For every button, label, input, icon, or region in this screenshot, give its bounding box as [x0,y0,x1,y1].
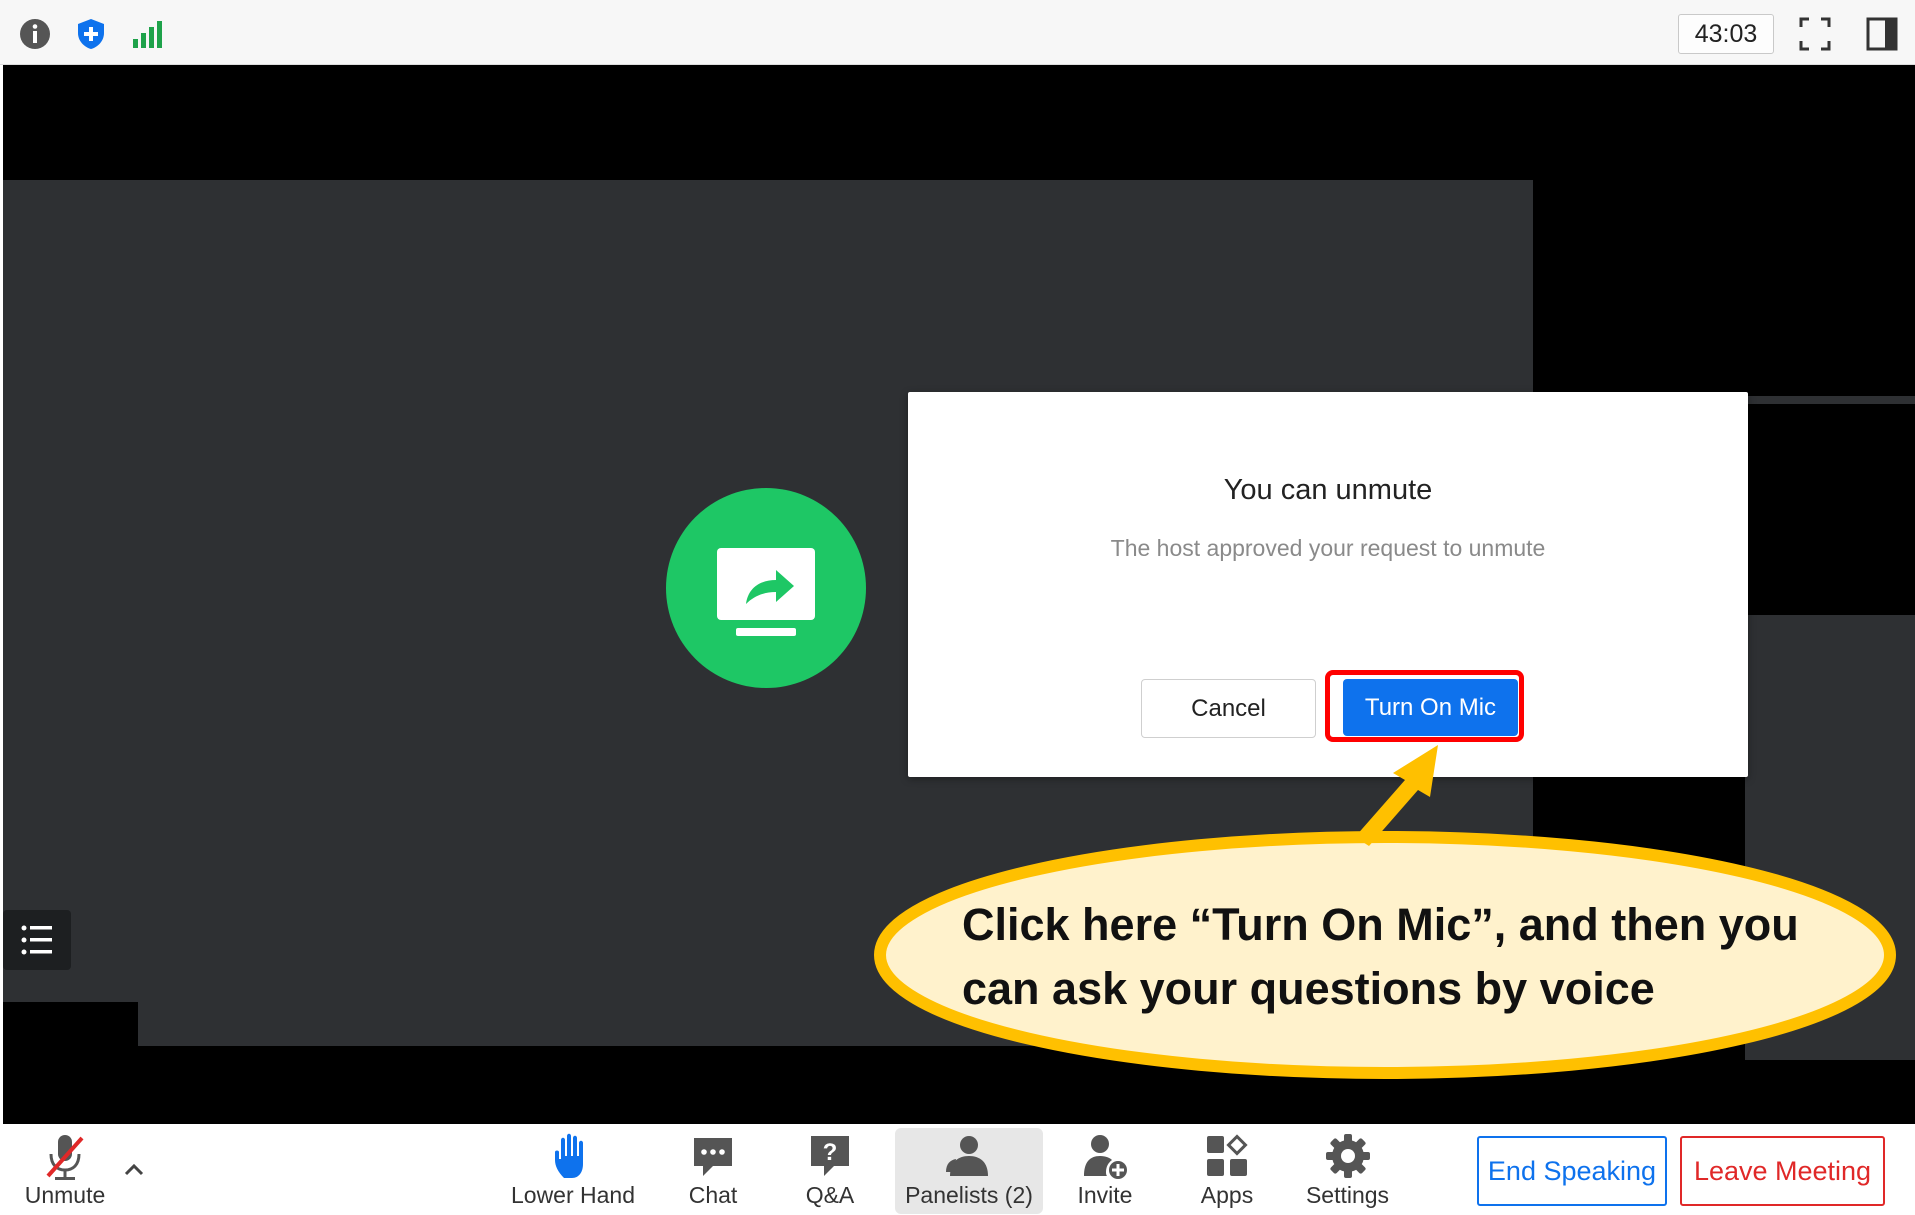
chevron-up-icon[interactable] [123,1160,145,1178]
question-icon: ? [811,1136,849,1176]
chat-button[interactable]: Chat [668,1124,758,1215]
panelists-label: Panelists (2) [905,1182,1033,1208]
unmute-button[interactable]: Unmute [10,1124,120,1215]
leave-meeting-button[interactable]: Leave Meeting [1680,1136,1885,1206]
chat-icon [694,1138,732,1176]
muted-mic-icon [46,1135,84,1180]
hand-icon [555,1133,583,1178]
callout-line: Click here “Turn On Mic”, and then you [962,899,1799,950]
apps-label: Apps [1200,1182,1254,1208]
settings-button[interactable]: Settings [1295,1124,1400,1215]
gear-icon [1325,1134,1370,1178]
people-icon [946,1136,988,1176]
qa-label: Q&A [805,1182,855,1208]
panelists-button[interactable]: Panelists (2) [895,1124,1043,1215]
lower-hand-label: Lower Hand [510,1182,636,1208]
settings-label: Settings [1305,1182,1390,1208]
chat-label: Chat [688,1182,738,1208]
end-speaking-button[interactable]: End Speaking [1477,1136,1667,1206]
apps-button[interactable]: Apps [1182,1124,1272,1215]
unmute-label: Unmute [24,1182,106,1208]
lower-hand-button[interactable]: Lower Hand [503,1124,643,1215]
invite-button[interactable]: Invite [1060,1124,1150,1215]
svg-text:?: ? [823,1139,838,1166]
add-user-icon [1084,1135,1127,1179]
callout-bubble [874,745,1896,1079]
qa-button[interactable]: ? Q&A [785,1124,875,1215]
callout-text: Click here “Turn On Mic”, and then you c… [962,893,1842,1021]
callout-line: can ask your questions by voice [962,963,1655,1014]
invite-label: Invite [1077,1182,1133,1208]
apps-icon [1207,1134,1248,1176]
